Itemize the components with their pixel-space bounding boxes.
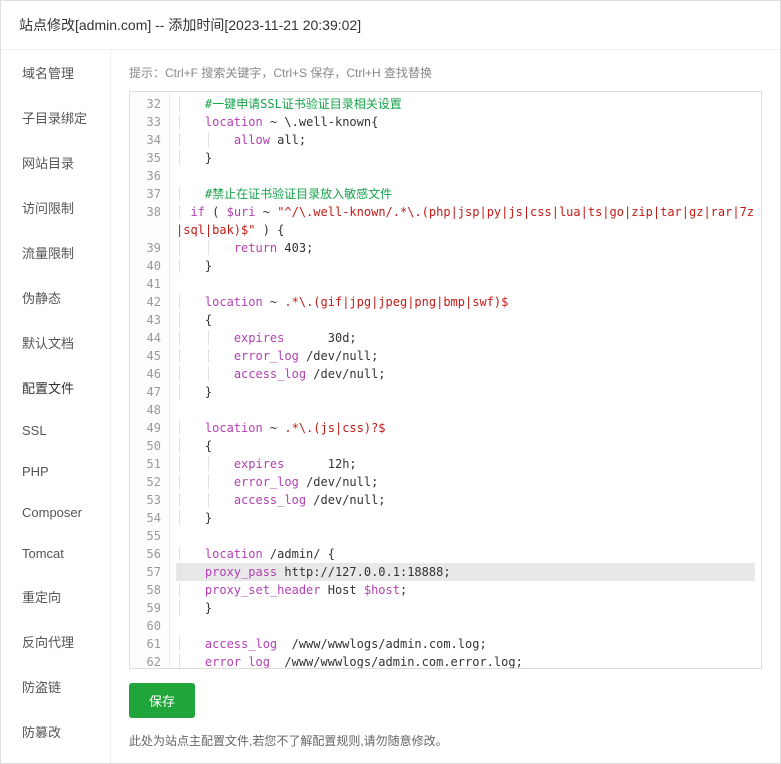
sidebar-item[interactable]: 重定向 — [1, 574, 110, 619]
save-button[interactable]: 保存 — [129, 683, 195, 718]
code-area[interactable]: │ #一键申请SSL证书验证目录相关设置│ location ~ \.well-… — [170, 92, 761, 668]
code-line[interactable]: │ │ access_log /dev/null; — [176, 365, 755, 383]
code-line[interactable]: │ │ error_log /dev/null; — [176, 347, 755, 365]
code-line[interactable]: │ │ allow all; — [176, 131, 755, 149]
sidebar-item[interactable]: 流量限制 — [1, 230, 110, 275]
code-line[interactable]: │ } — [176, 599, 755, 617]
sidebar-item[interactable]: 防盗链 — [1, 664, 110, 709]
code-line[interactable]: │ │ expires 12h; — [176, 455, 755, 473]
code-line[interactable]: │ proxy_set_header Host $host; — [176, 581, 755, 599]
code-line[interactable]: │ proxy_pass http://127.0.0.1:18888; — [176, 563, 755, 581]
modal-body: 域名管理子目录绑定网站目录访问限制流量限制伪静态默认文档配置文件SSLPHPCo… — [1, 50, 780, 763]
code-line[interactable] — [176, 167, 755, 185]
sidebar-item[interactable]: 反向代理 — [1, 619, 110, 664]
sidebar-item[interactable]: 默认文档 — [1, 320, 110, 365]
main-panel: 提示：Ctrl+F 搜索关键字，Ctrl+S 保存，Ctrl+H 查找替换 32… — [111, 50, 780, 763]
code-line[interactable]: │ } — [176, 149, 755, 167]
code-line[interactable]: │ location ~ .*\.(js|css)?$ — [176, 419, 755, 437]
sidebar-item[interactable]: 网站目录 — [1, 140, 110, 185]
line-gutter: 3233343536373839404142434445464748495051… — [130, 92, 170, 668]
code-line[interactable] — [176, 617, 755, 635]
sidebar-item[interactable]: PHP — [1, 451, 110, 492]
sidebar-item[interactable]: Tomcat — [1, 533, 110, 574]
code-line[interactable]: │ error_log /www/wwwlogs/admin.com.error… — [176, 653, 755, 668]
code-line[interactable]: │ │ error_log /dev/null; — [176, 473, 755, 491]
sidebar-item[interactable]: 配置文件 — [1, 365, 111, 410]
config-note: 此处为站点主配置文件,若您不了解配置规则,请勿随意修改。 — [129, 732, 762, 749]
code-line[interactable]: │ access_log /www/wwwlogs/admin.com.log; — [176, 635, 755, 653]
code-line[interactable]: │ } — [176, 257, 755, 275]
code-line[interactable]: │ │ return 403; — [176, 239, 755, 257]
sidebar-item[interactable]: 防篡改 — [1, 709, 110, 754]
site-modify-modal: 站点修改[admin.com] -- 添加时间[2023-11-21 20:39… — [0, 0, 781, 764]
code-line[interactable]: │ │ expires 30d; — [176, 329, 755, 347]
sidebar-item[interactable]: 域名管理 — [1, 50, 110, 95]
code-line[interactable]: │ #禁止在证书验证目录放入敏感文件 — [176, 185, 755, 203]
code-line[interactable]: │ │ access_log /dev/null; — [176, 491, 755, 509]
modal-title: 站点修改[admin.com] -- 添加时间[2023-11-21 20:39… — [1, 1, 780, 50]
code-line[interactable]: │ #一键申请SSL证书验证目录相关设置 — [176, 95, 755, 113]
code-line[interactable]: │ { — [176, 437, 755, 455]
sidebar-item[interactable]: 子目录绑定 — [1, 95, 110, 140]
sidebar: 域名管理子目录绑定网站目录访问限制流量限制伪静态默认文档配置文件SSLPHPCo… — [1, 50, 111, 763]
code-line[interactable]: │ location /admin/ { — [176, 545, 755, 563]
sidebar-item[interactable]: 安全扫描 — [1, 754, 110, 763]
code-line[interactable]: │ { — [176, 311, 755, 329]
code-line[interactable] — [176, 275, 755, 293]
code-line[interactable]: │ } — [176, 383, 755, 401]
sidebar-item[interactable]: 伪静态 — [1, 275, 110, 320]
code-line[interactable] — [176, 527, 755, 545]
code-line[interactable]: │ } — [176, 509, 755, 527]
config-editor[interactable]: 3233343536373839404142434445464748495051… — [129, 91, 762, 669]
code-line[interactable] — [176, 401, 755, 419]
code-line[interactable]: │ location ~ \.well-known{ — [176, 113, 755, 131]
sidebar-item[interactable]: SSL — [1, 410, 110, 451]
button-row: 保存 — [129, 683, 762, 718]
code-line[interactable]: │ location ~ .*\.(gif|jpg|jpeg|png|bmp|s… — [176, 293, 755, 311]
editor-hint: 提示：Ctrl+F 搜索关键字，Ctrl+S 保存，Ctrl+H 查找替换 — [129, 64, 762, 81]
sidebar-item[interactable]: Composer — [1, 492, 110, 533]
sidebar-item[interactable]: 访问限制 — [1, 185, 110, 230]
